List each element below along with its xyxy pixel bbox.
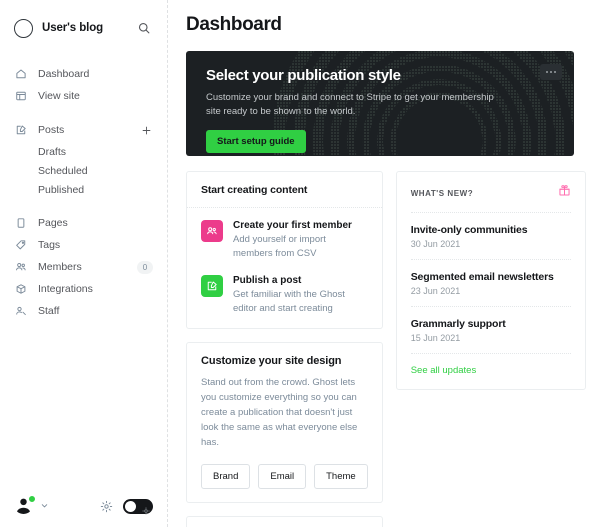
sidebar-item-pages[interactable]: Pages	[0, 213, 167, 233]
members-icon	[14, 260, 28, 274]
page-title: Dashboard	[186, 14, 574, 36]
whats-new-header: WHAT'S NEW?	[397, 172, 585, 212]
sidebar-item-label: Tags	[38, 239, 153, 251]
ellipsis-icon[interactable]	[540, 64, 562, 80]
customize-description: Stand out from the crowd. Ghost lets you…	[201, 375, 368, 450]
avatar[interactable]	[14, 495, 36, 517]
sidebar-item-posts[interactable]: Posts	[0, 120, 167, 140]
chevron-down-icon[interactable]	[40, 497, 49, 515]
task-create-first-member[interactable]: Create your first member Add yourself or…	[201, 220, 368, 260]
sidebar-item-scheduled[interactable]: Scheduled	[0, 161, 167, 180]
sidebar: User's blog Dashboard	[0, 0, 168, 527]
whats-new-list: Invite-only communities 30 Jun 2021 Segm…	[397, 212, 585, 389]
task-text: Publish a post Get familiar with the Gho…	[233, 275, 368, 315]
sidebar-item-label: Posts	[38, 124, 139, 136]
sidebar-item-label: Published	[38, 184, 84, 196]
setup-hero-banner: Select your publication style Customize …	[186, 51, 574, 156]
sidebar-item-label: Drafts	[38, 146, 66, 158]
sidebar-item-members[interactable]: Members 0	[0, 257, 167, 277]
card-heading: Start creating content	[187, 172, 382, 208]
whats-new-label: WHAT'S NEW?	[411, 189, 473, 198]
sidebar-item-staff[interactable]: Staff	[0, 301, 167, 321]
members-icon	[201, 220, 223, 242]
sidebar-item-label: Pages	[38, 217, 153, 229]
task-publish-a-post[interactable]: Publish a post Get familiar with the Gho…	[201, 275, 368, 315]
nav-posts: Posts Drafts Scheduled Published	[0, 120, 167, 199]
user-add-icon	[14, 304, 28, 318]
brand-name: User's blog	[42, 22, 135, 34]
sidebar-item-dashboard[interactable]: Dashboard	[0, 64, 167, 84]
task-description: Add yourself or import members from CSV	[233, 233, 368, 260]
members-count-badge: 0	[137, 261, 153, 274]
hero-title: Select your publication style	[206, 67, 556, 84]
sidebar-item-label: View site	[38, 90, 153, 102]
sidebar-item-published[interactable]: Published	[0, 180, 167, 199]
see-all-updates-link[interactable]: See all updates	[411, 353, 571, 376]
customize-site-design-card: Customize your site design Stand out fro…	[186, 342, 383, 503]
sidebar-item-label: Dashboard	[38, 68, 153, 80]
hero-subtitle: Customize your brand and connect to Stri…	[206, 91, 496, 119]
gift-icon	[558, 184, 571, 202]
right-column: WHAT'S NEW?	[396, 171, 586, 403]
toggle-knob	[125, 501, 136, 512]
sidebar-item-label: Members	[38, 261, 137, 273]
task-title: Publish a post	[233, 275, 368, 286]
sidebar-item-label: Scheduled	[38, 165, 88, 177]
email-button[interactable]: Email	[258, 464, 306, 489]
customize-title: Customize your site design	[201, 355, 368, 367]
whats-new-card: WHAT'S NEW?	[396, 171, 586, 390]
update-title: Segmented email newsletters	[411, 271, 571, 283]
sidebar-item-view-site[interactable]: View site	[0, 86, 167, 106]
circle-logo-icon	[14, 19, 33, 38]
dashboard-columns: Start creating content Create your first…	[186, 171, 574, 527]
dark-mode-toggle[interactable]	[123, 499, 153, 514]
nav-secondary: Pages Tags Members 0	[0, 213, 167, 321]
dot	[546, 71, 548, 73]
status-online-dot	[28, 495, 36, 503]
search-icon[interactable]	[135, 19, 153, 37]
cube-icon	[14, 282, 28, 296]
update-title: Grammarly support	[411, 318, 571, 330]
list-item[interactable]: Segmented email newsletters 23 Jun 2021	[411, 259, 571, 306]
home-icon	[14, 67, 28, 81]
tag-icon	[14, 238, 28, 252]
gear-icon[interactable]	[100, 500, 113, 513]
task-text: Create your first member Add yourself or…	[233, 220, 368, 260]
update-date: 23 Jun 2021	[411, 286, 571, 296]
list-item[interactable]: Invite-only communities 30 Jun 2021	[411, 212, 571, 259]
help-with-ghost-card[interactable]: Looking for help with Ghost	[186, 516, 383, 527]
start-creating-content-card: Start creating content Create your first…	[186, 171, 383, 329]
customize-buttons: Brand Email Theme	[201, 464, 368, 489]
start-setup-guide-button[interactable]: Start setup guide	[206, 130, 306, 153]
sun-icon	[142, 502, 150, 520]
task-title: Create your first member	[233, 220, 368, 231]
app-root: User's blog Dashboard	[0, 0, 590, 527]
card-body: Create your first member Add yourself or…	[187, 208, 382, 328]
sidebar-item-integrations[interactable]: Integrations	[0, 279, 167, 299]
update-date: 15 Jun 2021	[411, 333, 571, 343]
left-column: Start creating content Create your first…	[186, 171, 383, 527]
dot	[554, 71, 556, 73]
browser-icon	[14, 89, 28, 103]
sidebar-item-drafts[interactable]: Drafts	[0, 142, 167, 161]
sidebar-footer	[0, 485, 167, 527]
edit-square-icon	[14, 123, 28, 137]
edit-square-icon	[201, 275, 223, 297]
list-item[interactable]: Grammarly support 15 Jun 2021	[411, 306, 571, 353]
card-body: Customize your site design Stand out fro…	[187, 343, 382, 502]
plus-icon[interactable]	[139, 123, 153, 137]
update-date: 30 Jun 2021	[411, 239, 571, 249]
update-title: Invite-only communities	[411, 224, 571, 236]
sidebar-item-tags[interactable]: Tags	[0, 235, 167, 255]
task-description: Get familiar with the Ghost editor and s…	[233, 288, 368, 315]
sidebar-item-label: Staff	[38, 305, 153, 317]
brand-button[interactable]: Brand	[201, 464, 250, 489]
theme-button[interactable]: Theme	[314, 464, 368, 489]
brand-row[interactable]: User's blog	[0, 14, 167, 42]
dot	[550, 71, 552, 73]
sidebar-item-label: Integrations	[38, 283, 153, 295]
page-icon	[14, 216, 28, 230]
main-content: Dashboard	[168, 0, 590, 527]
nav-primary: Dashboard View site	[0, 64, 167, 106]
